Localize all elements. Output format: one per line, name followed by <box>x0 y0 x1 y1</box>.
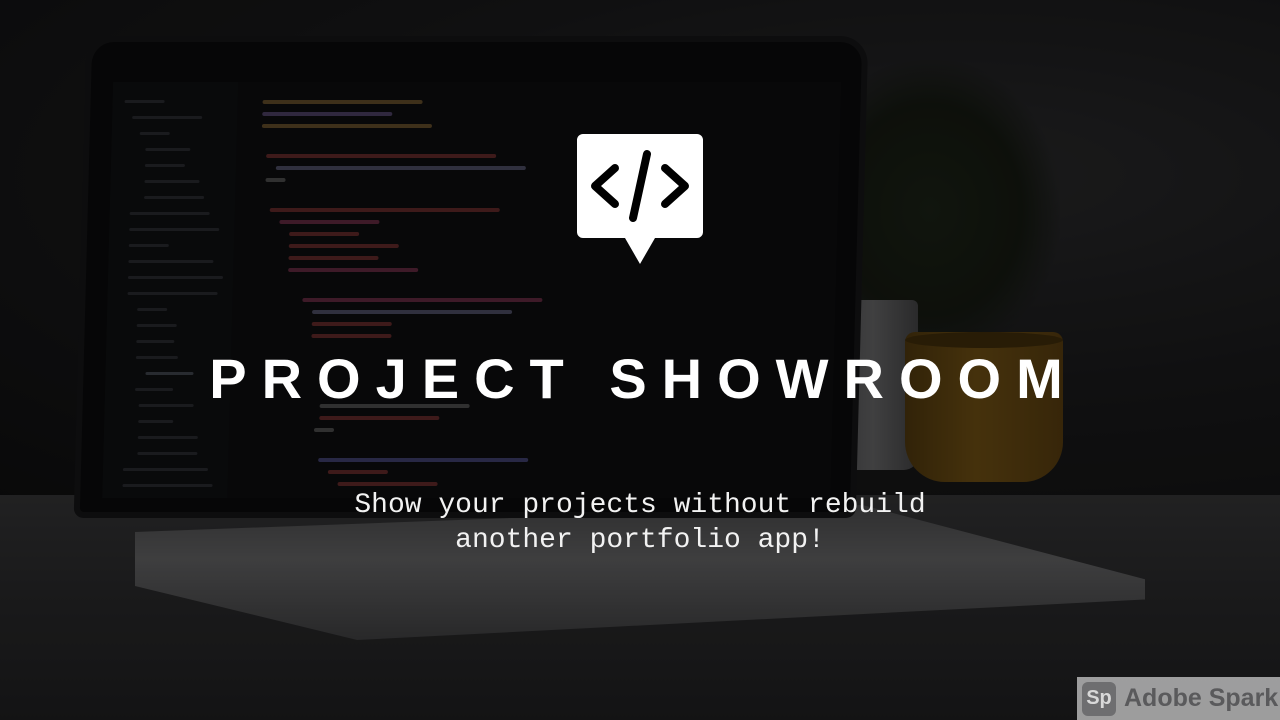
adobe-spark-watermark: Sp Adobe Spark <box>1077 677 1280 720</box>
subtitle-line-2: another portfolio app! <box>455 525 825 556</box>
adobe-spark-label: Adobe Spark <box>1124 684 1279 712</box>
adobe-spark-logo-icon: Sp <box>1082 681 1116 716</box>
subtitle: Show your projects without rebuild anoth… <box>0 488 1280 558</box>
code-brackets-speech-bubble-icon <box>577 134 703 264</box>
page-title: PROJECT SHOWROOM <box>209 347 1078 410</box>
subtitle-line-1: Show your projects without rebuild <box>354 490 926 521</box>
